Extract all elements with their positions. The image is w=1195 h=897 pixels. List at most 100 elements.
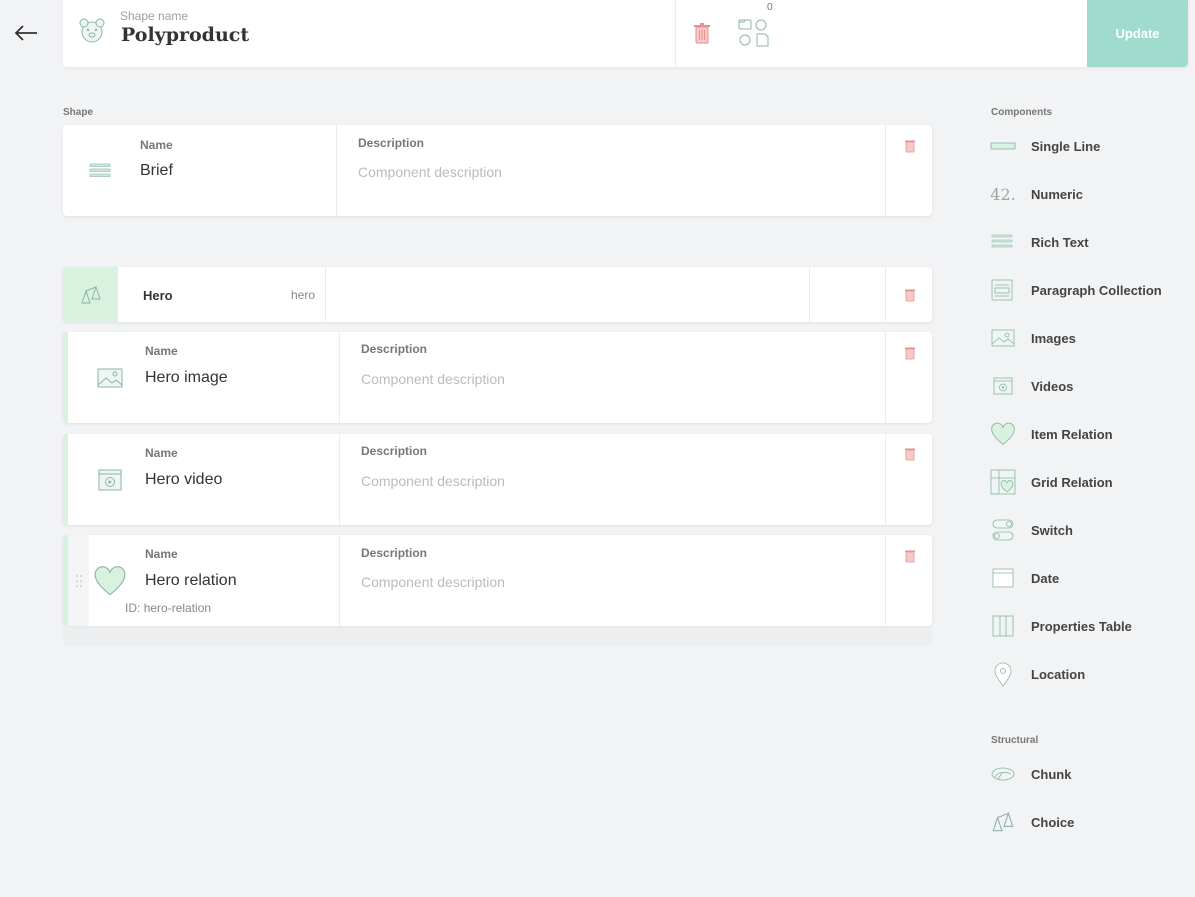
properties-table-icon — [990, 613, 1016, 639]
sidebar-item-date[interactable]: Date — [990, 562, 1059, 594]
images-icon — [990, 325, 1016, 351]
choice-icon — [80, 284, 101, 303]
sidebar-item-label: Videos — [1031, 378, 1074, 394]
update-button[interactable]: Update — [1087, 0, 1188, 67]
name-column: Name Brief — [63, 125, 337, 216]
name-column: Name Hero relation ID: hero-relation — [68, 535, 340, 626]
delete-chunk-icon[interactable] — [904, 288, 916, 302]
sidebar-item-videos[interactable]: Videos — [990, 370, 1073, 402]
delete-shape-icon[interactable] — [693, 22, 711, 44]
videos-icon — [990, 373, 1016, 399]
sidebar-item-label: Date — [1031, 570, 1060, 586]
delete-component-icon[interactable] — [904, 549, 916, 563]
rich-text-icon — [990, 229, 1016, 255]
delete-component-icon[interactable] — [904, 447, 916, 461]
id-label: ID: — [125, 601, 141, 615]
teddy-bear-icon — [79, 18, 105, 43]
name-input[interactable]: Hero image — [145, 369, 228, 387]
shape-items-icon[interactable] — [737, 16, 771, 48]
name-column: Name Hero video — [68, 434, 340, 525]
sidebar-item-label: Single Line — [1031, 138, 1101, 154]
chunk-name-area: Hero hero — [118, 267, 326, 322]
components-section-label: Components — [991, 107, 1053, 118]
name-label: Name — [145, 446, 178, 460]
component-id: ID: hero-relation — [125, 601, 211, 615]
id-value: hero-relation — [143, 601, 212, 615]
shape-section-label: Shape — [63, 107, 94, 118]
switch-icon — [990, 517, 1016, 543]
chunk-name[interactable]: Hero — [143, 288, 173, 303]
shape-name-input[interactable]: Polyproduct — [121, 24, 249, 46]
sidebar-item-rich-text[interactable]: Rich Text — [990, 226, 1089, 258]
name-label: Name — [145, 547, 178, 561]
sidebar-item-label: Numeric — [1031, 186, 1084, 202]
shape-name-area: Shape name Polyproduct — [63, 0, 676, 67]
rich-text-icon — [89, 163, 111, 177]
sidebar-item-label: Paragraph Collection — [1031, 282, 1162, 298]
sidebar-item-numeric[interactable]: 42. Numeric — [990, 178, 1083, 210]
chunk-card-hero: Hero hero — [63, 267, 932, 322]
chunk-icon-box[interactable] — [63, 267, 118, 322]
sidebar-item-switch[interactable]: Switch — [990, 514, 1073, 546]
sidebar-item-chunk[interactable]: Chunk — [990, 758, 1071, 790]
location-icon — [990, 661, 1016, 687]
sidebar-item-location[interactable]: Location — [990, 658, 1085, 690]
description-column: Description Component description — [340, 332, 886, 423]
images-icon — [97, 368, 123, 388]
arrow-left-icon — [14, 25, 37, 41]
description-column: Description Component description — [340, 535, 886, 626]
description-column: Description Component description — [340, 434, 886, 525]
sidebar-item-grid-relation[interactable]: Grid Relation — [990, 466, 1113, 498]
description-label: Description — [358, 136, 425, 150]
shape-header: Shape name Polyproduct 0 Update — [63, 0, 1188, 67]
component-card-hero-video: Name Hero video Description Component de… — [63, 434, 932, 525]
component-card-hero-relation: Name Hero relation ID: hero-relation Des… — [63, 535, 932, 626]
description-label: Description — [361, 444, 428, 458]
sidebar-item-label: Location — [1031, 666, 1086, 682]
sidebar-item-label: Grid Relation — [1031, 474, 1113, 490]
name-label: Name — [140, 138, 173, 152]
description-input[interactable]: Component description — [358, 164, 502, 180]
choice-icon — [990, 809, 1016, 835]
description-label: Description — [361, 342, 428, 356]
sidebar-item-properties-table[interactable]: Properties Table — [990, 610, 1132, 642]
shape-name-label: Shape name — [120, 9, 189, 23]
numeric-icon: 42. — [990, 184, 1016, 204]
component-card-brief: Name Brief Description Component descrip… — [63, 125, 932, 216]
sidebar-item-choice[interactable]: Choice — [990, 806, 1074, 838]
description-column: Description Component description — [337, 125, 886, 216]
name-input[interactable]: Hero relation — [145, 572, 237, 590]
chunk-id: hero — [290, 288, 315, 302]
heart-icon — [94, 566, 126, 596]
name-label: Name — [145, 344, 178, 358]
single-line-icon — [990, 133, 1016, 159]
description-input[interactable]: Component description — [361, 473, 505, 489]
structural-section-label: Structural — [991, 735, 1039, 746]
sidebar-item-images[interactable]: Images — [990, 322, 1076, 354]
component-card-hero-image: Name Hero image Description Component de… — [63, 332, 932, 423]
sidebar-item-label: Switch — [1031, 522, 1073, 538]
delete-component-icon[interactable] — [904, 139, 916, 153]
delete-component-icon[interactable] — [904, 346, 916, 360]
item-relation-icon — [990, 421, 1016, 447]
description-input[interactable]: Component description — [361, 371, 505, 387]
description-input[interactable]: Component description — [361, 574, 505, 590]
chunk-spacer — [810, 267, 886, 322]
sidebar-item-label: Chunk — [1031, 766, 1072, 782]
grid-relation-icon — [990, 469, 1016, 495]
name-column: Name Hero image — [68, 332, 340, 423]
description-label: Description — [361, 546, 428, 560]
items-count: 0 — [767, 2, 773, 13]
date-icon — [990, 565, 1016, 591]
back-button[interactable] — [12, 20, 40, 46]
name-input[interactable]: Hero video — [145, 471, 222, 489]
sidebar-item-item-relation[interactable]: Item Relation — [990, 418, 1113, 450]
paragraph-collection-icon — [990, 277, 1016, 303]
chunk-drop-zone[interactable] — [63, 628, 932, 646]
name-input[interactable]: Brief — [140, 162, 173, 180]
chunk-description-area[interactable] — [326, 267, 810, 322]
sidebar-item-single-line[interactable]: Single Line — [990, 130, 1100, 162]
chunk-icon — [990, 761, 1016, 787]
sidebar-item-paragraph-collection[interactable]: Paragraph Collection — [990, 274, 1162, 306]
sidebar-item-label: Images — [1031, 330, 1076, 346]
